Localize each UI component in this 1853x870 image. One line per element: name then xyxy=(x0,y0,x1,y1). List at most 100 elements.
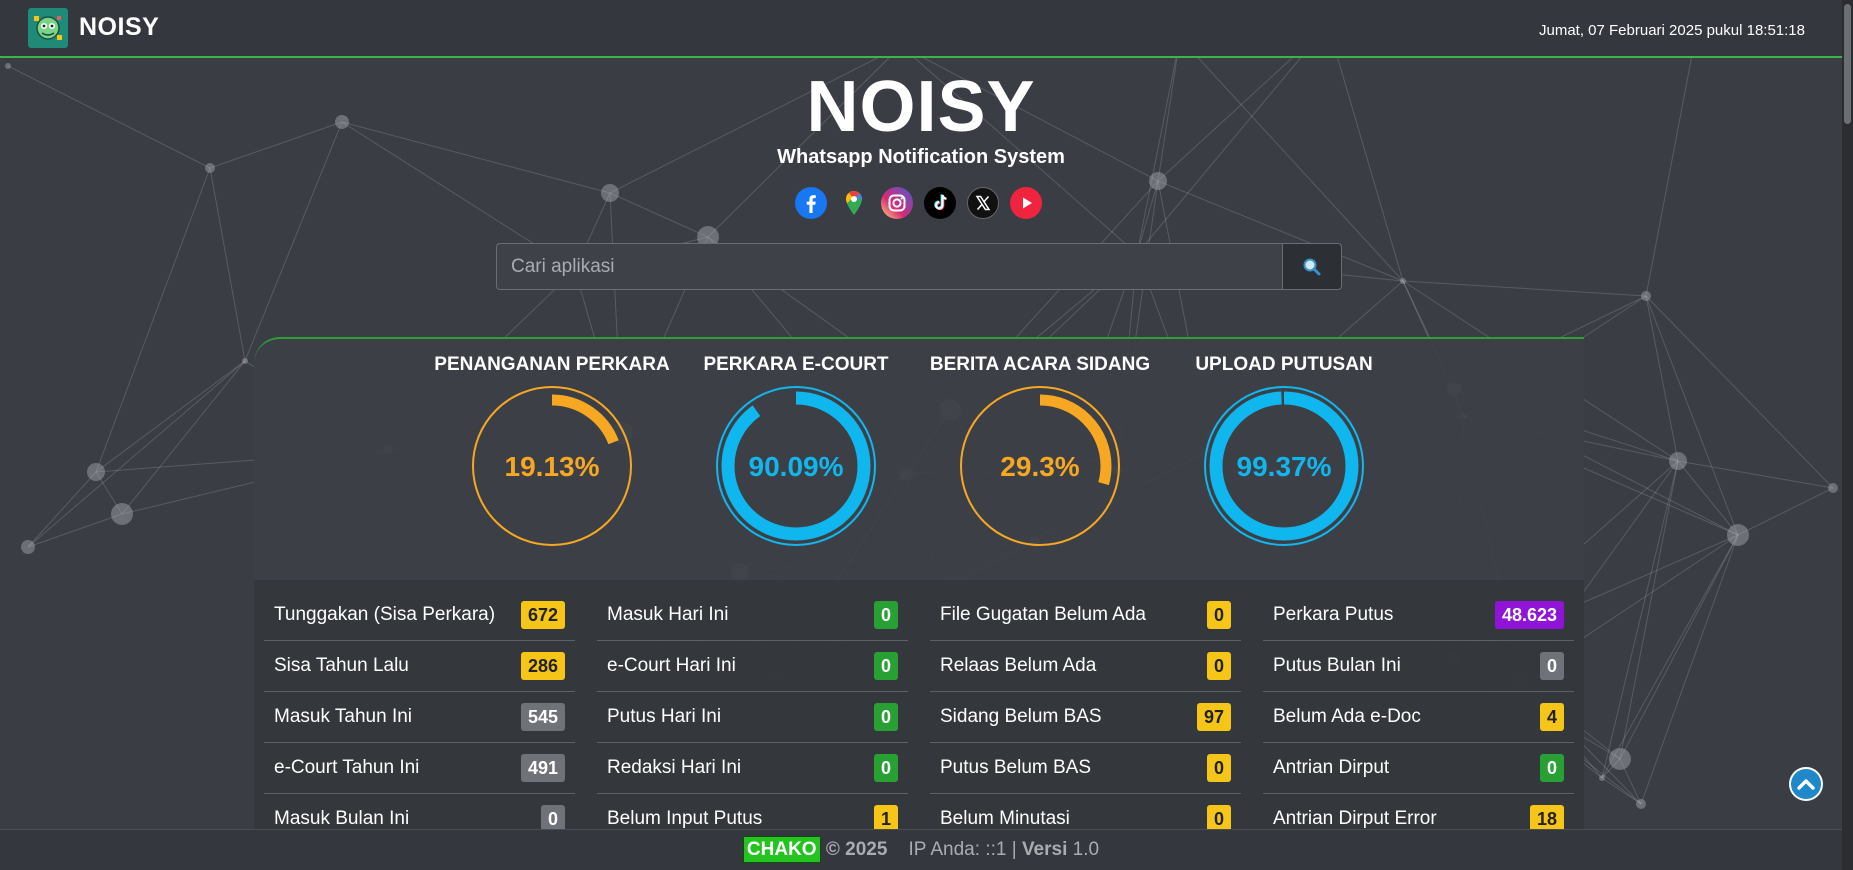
hero-title: NOISY xyxy=(806,67,1036,147)
stat-badge: 491 xyxy=(520,754,565,782)
footer-separator: | xyxy=(1011,839,1017,860)
hero-section: NOISY Whatsapp Notification System xyxy=(0,64,1842,169)
stat-row[interactable]: Antrian Dirput 0 xyxy=(1263,743,1574,794)
facebook-icon[interactable] xyxy=(795,187,827,219)
stat-row[interactable]: Belum Ada e-Doc 4 xyxy=(1263,692,1574,743)
stat-row[interactable]: Masuk Hari Ini 0 xyxy=(597,590,908,641)
gauge-ring: 90.09% xyxy=(716,386,876,546)
stat-badge: 0 xyxy=(1206,601,1231,629)
datetime-display: Jumat, 07 Februari 2025 pukul 18:51:18 xyxy=(1538,22,1805,39)
stat-row[interactable]: Putus Hari Ini 0 xyxy=(597,692,908,743)
stat-row[interactable]: Redaksi Hari Ini 0 xyxy=(597,743,908,794)
stat-row[interactable]: e-Court Hari Ini 0 xyxy=(597,641,908,692)
stat-label: Tunggakan (Sisa Perkara) xyxy=(274,604,496,625)
stat-badge: 4 xyxy=(1539,703,1564,731)
footer-version-label: Versi xyxy=(1021,839,1068,860)
gauge-3: BERITA ACARA SIDANG 29.3% xyxy=(918,350,1162,548)
footer: CHAKO © 2025 IP Anda: ::1 | Versi 1.0 xyxy=(0,829,1842,870)
stat-row[interactable]: Putus Belum BAS 0 xyxy=(930,743,1241,794)
stat-badge: 672 xyxy=(520,601,565,629)
gauge-ring: 19.13% xyxy=(472,386,632,546)
stat-row[interactable]: Relaas Belum Ada 0 xyxy=(930,641,1241,692)
search-bar xyxy=(496,243,1342,290)
stats-column-3: File Gugatan Belum Ada 0 Relaas Belum Ada 0… xyxy=(930,590,1241,845)
stats-column-4: Perkara Putus 48.623 Putus Bulan Ini 0 Belum… xyxy=(1263,590,1574,845)
hero-subtitle: Whatsapp Notification System xyxy=(777,146,1065,168)
stat-label: e-Court Tahun Ini xyxy=(274,757,420,778)
scroll-to-top-button[interactable] xyxy=(1789,767,1823,801)
stats-columns: Tunggakan (Sisa Perkara) 672 Sisa Tahun La… xyxy=(264,590,1574,845)
navbar-brand[interactable]: NOISY xyxy=(79,13,159,42)
stat-label: Redaksi Hari Ini xyxy=(607,757,742,778)
stat-label: Antrian Dirput Error xyxy=(1273,808,1437,829)
footer-copyright: © 2025 xyxy=(825,839,888,860)
social-links xyxy=(795,187,1042,219)
stat-label: Antrian Dirput xyxy=(1273,757,1390,778)
stat-label: Masuk Bulan Ini xyxy=(274,808,410,829)
gauge-4: UPLOAD PUTUSAN 99.37% xyxy=(1162,350,1406,548)
stat-badge: 0 xyxy=(873,601,898,629)
gauge-value: 19.13% xyxy=(505,451,600,482)
stat-row[interactable]: Sidang Belum BAS 97 xyxy=(930,692,1241,743)
scrollbar-thumb[interactable] xyxy=(1844,4,1851,124)
app-logo-icon[interactable] xyxy=(28,8,68,48)
gauge-title: BERITA ACARA SIDANG xyxy=(929,354,1151,375)
stat-badge: 545 xyxy=(520,703,565,731)
stat-row[interactable]: Masuk Tahun Ini 545 xyxy=(264,692,575,743)
stat-label: Relaas Belum Ada xyxy=(940,655,1097,676)
footer-brand[interactable]: CHAKO xyxy=(742,836,821,863)
stat-row[interactable]: Perkara Putus 48.623 xyxy=(1263,590,1574,641)
footer-ip: IP Anda: ::1 xyxy=(908,839,1007,860)
stat-row[interactable]: e-Court Tahun Ini 491 xyxy=(264,743,575,794)
stat-label: Belum Input Putus xyxy=(607,808,763,829)
stat-label: Sisa Tahun Lalu xyxy=(274,655,409,676)
gauge-title: PENANGANAN PERKARA xyxy=(434,354,670,375)
gauge-ring: 29.3% xyxy=(960,386,1120,546)
stat-badge: 97 xyxy=(1196,703,1231,731)
stat-label: Sidang Belum BAS xyxy=(940,706,1102,727)
gauge-value: 29.3% xyxy=(1000,451,1079,482)
top-navbar: NOISY Jumat, 07 Februari 2025 pukul 18:5… xyxy=(0,0,1842,58)
gauge-ring: 99.37% xyxy=(1204,386,1364,546)
instagram-icon[interactable] xyxy=(881,187,913,219)
search-input[interactable] xyxy=(496,243,1282,290)
stat-badge: 286 xyxy=(520,652,565,680)
footer-version: 1.0 xyxy=(1072,839,1100,860)
stat-badge: 0 xyxy=(1206,652,1231,680)
gauge-value: 99.37% xyxy=(1237,451,1332,482)
stat-badge: 0 xyxy=(873,754,898,782)
stat-row[interactable]: Putus Bulan Ini 0 xyxy=(1263,641,1574,692)
gauge-title: UPLOAD PUTUSAN xyxy=(1195,354,1373,375)
x-icon[interactable] xyxy=(967,187,999,219)
stat-label: e-Court Hari Ini xyxy=(607,655,736,676)
stat-label: Masuk Tahun Ini xyxy=(274,706,413,727)
stat-badge: 0 xyxy=(1539,754,1564,782)
gauge-value: 90.09% xyxy=(749,451,844,482)
stat-label: Perkara Putus xyxy=(1273,604,1394,625)
stat-row[interactable]: Sisa Tahun Lalu 286 xyxy=(264,641,575,692)
stat-row[interactable]: File Gugatan Belum Ada 0 xyxy=(930,590,1241,641)
search-button[interactable] xyxy=(1282,243,1342,290)
stat-badge: 0 xyxy=(873,652,898,680)
chevron-up-icon xyxy=(1797,779,1815,790)
stat-label: File Gugatan Belum Ada xyxy=(940,604,1146,625)
gauge-1: PENANGANAN PERKARA 19.13% xyxy=(430,350,674,548)
stat-label: Belum Ada e-Doc xyxy=(1273,706,1421,727)
stat-label: Putus Hari Ini xyxy=(607,706,722,727)
stat-label: Belum Minutasi xyxy=(940,808,1070,829)
stats-column-1: Tunggakan (Sisa Perkara) 672 Sisa Tahun La… xyxy=(264,590,575,845)
stat-label: Putus Bulan Ini xyxy=(1273,655,1401,676)
stat-label: Putus Belum BAS xyxy=(940,757,1092,778)
gauge-title: PERKARA E-COURT xyxy=(703,354,889,375)
tiktok-icon[interactable] xyxy=(924,187,956,219)
stat-row[interactable]: Tunggakan (Sisa Perkara) 672 xyxy=(264,590,575,641)
stat-badge: 0 xyxy=(873,703,898,731)
stat-label: Masuk Hari Ini xyxy=(607,604,729,625)
stats-column-2: Masuk Hari Ini 0 e-Court Hari Ini 0 Putus Ha… xyxy=(597,590,908,845)
youtube-icon[interactable] xyxy=(1010,187,1042,219)
search-icon xyxy=(1303,258,1321,275)
stat-badge: 48.623 xyxy=(1494,601,1564,629)
stat-badge: 0 xyxy=(1206,754,1231,782)
google-maps-icon[interactable] xyxy=(838,187,870,219)
page-scrollbar[interactable] xyxy=(1842,0,1853,870)
